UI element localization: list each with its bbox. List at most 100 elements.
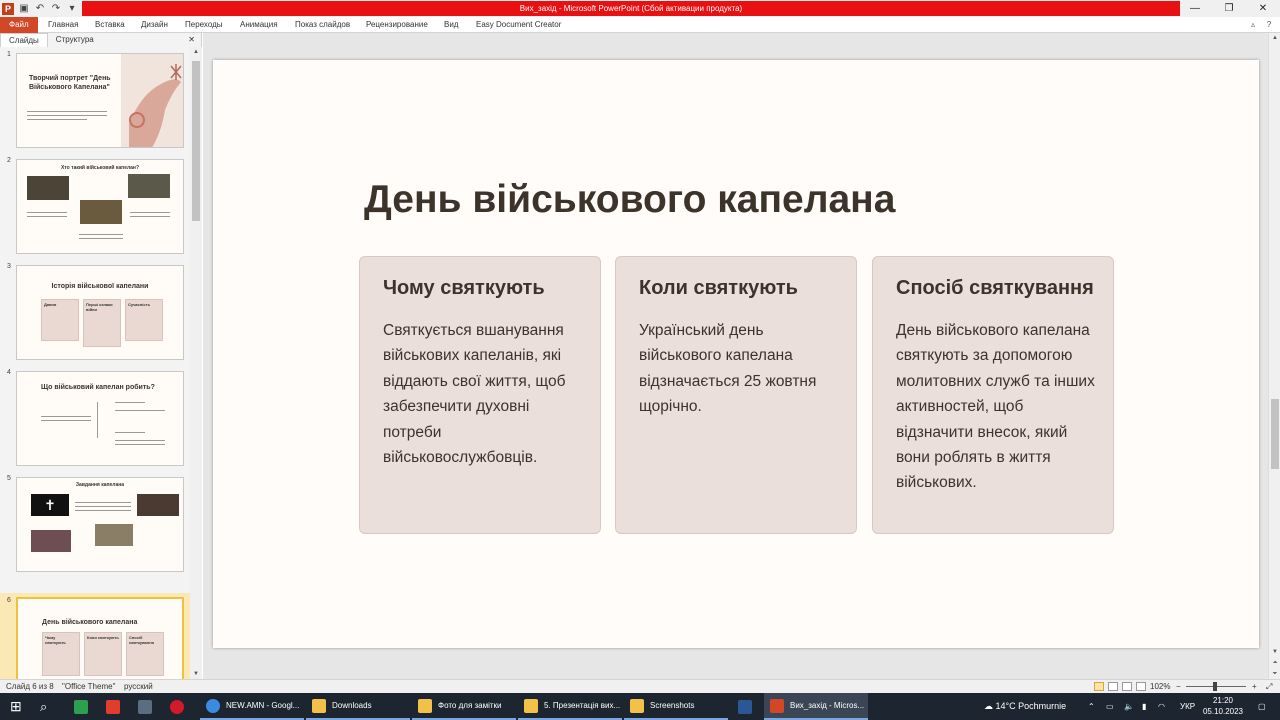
tab-home[interactable]: Главная <box>48 17 78 33</box>
system-clock[interactable]: 21:20 05.10.2023 <box>1198 695 1248 717</box>
thumbnail-box-heading: Спосіб святкування <box>129 635 154 645</box>
tab-slides[interactable]: Слайды <box>0 33 48 47</box>
word-icon[interactable] <box>738 693 758 720</box>
calculator-icon[interactable] <box>138 693 158 720</box>
zoom-out-icon[interactable]: − <box>1176 680 1181 693</box>
collapse-ribbon-icon[interactable]: ▵ <box>1248 20 1258 30</box>
clock-time: 21:20 <box>1212 696 1234 705</box>
thumbnail-text-line <box>115 444 165 445</box>
scroll-up-icon[interactable]: ▲ <box>190 47 202 57</box>
windows-start-icon[interactable]: ⊞ <box>10 693 22 720</box>
tab-transitions[interactable]: Переходы <box>185 17 223 33</box>
help-icon[interactable]: ? <box>1264 20 1274 30</box>
taskbar-app-presentation-folder[interactable]: 5. Презентація вих... <box>518 693 622 720</box>
thumbnail-text-line <box>79 238 123 239</box>
input-language[interactable]: УКР <box>1180 693 1195 720</box>
save-icon[interactable]: ▣ <box>18 3 30 15</box>
taskbar-app-photos-folder[interactable]: Фото для замітки <box>412 693 516 720</box>
tab-review[interactable]: Рецензирование <box>366 17 428 33</box>
thumbnail-title: День військового капелана <box>42 619 138 626</box>
scroll-thumb[interactable] <box>1271 399 1279 469</box>
photo <box>128 174 170 198</box>
pinned-app-icon[interactable] <box>74 693 94 720</box>
battery-icon[interactable]: ▮ <box>1142 693 1146 720</box>
photo <box>80 200 122 224</box>
slide-thumbnail-6[interactable]: 6 День військового капелана Чому святкую… <box>0 593 190 679</box>
close-panel-icon[interactable]: ✕ <box>188 33 195 47</box>
search-icon[interactable]: ⌕ <box>40 693 47 720</box>
editor-scrollbar[interactable]: ▲ ▼ ⏶ ⏷ <box>1268 33 1280 679</box>
card-when[interactable]: Коли святкують Український день військов… <box>615 256 857 534</box>
slide-thumbnail-3[interactable]: 3 Історія військової капелани Давня Перш… <box>0 259 190 363</box>
undo-icon[interactable]: ↶ <box>34 3 46 15</box>
thumbnail-connector <box>97 402 98 438</box>
slide-thumbnail-5[interactable]: 5 Завдання капелана ✝ <box>0 471 190 575</box>
taskbar-app-chrome[interactable]: NEW.AMN - Googl... <box>200 693 304 720</box>
zoom-level[interactable]: 102% <box>1150 680 1170 693</box>
notifications-icon[interactable]: ▢ <box>1258 693 1266 720</box>
ribbon-tabs: Файл Главная Вставка Дизайн Переходы Ани… <box>0 17 1280 33</box>
volume-icon[interactable]: 🔈 <box>1124 693 1134 720</box>
minimize-button[interactable]: — <box>1178 0 1212 17</box>
reading-view-icon[interactable] <box>1122 682 1132 691</box>
thumbnails-scrollbar[interactable]: ▲ ▼ <box>190 47 202 679</box>
chrome-icon <box>206 698 220 713</box>
slide-sorter-icon[interactable] <box>1108 682 1118 691</box>
zoom-in-icon[interactable]: + <box>1252 680 1257 693</box>
slide-editor[interactable]: День військового капелана Чому святкують… <box>203 33 1268 679</box>
thumbnail-title: Творчий портрет "День Військового Капела… <box>29 75 111 91</box>
maximize-button[interactable]: ❐ <box>1212 0 1246 17</box>
slide-thumbnail-1[interactable]: 1 Творчий портрет "День Військового Капе… <box>0 47 190 151</box>
scroll-up-icon[interactable]: ▲ <box>1269 33 1280 43</box>
thumbnail-text-line <box>130 216 170 217</box>
scroll-down-icon[interactable]: ▼ <box>1269 647 1280 657</box>
next-slide-icon[interactable]: ⏷ <box>1269 669 1280 679</box>
thumbnail-text-line <box>41 420 91 421</box>
taskbar-app-downloads[interactable]: Downloads <box>306 693 410 720</box>
thumbnail-text-line <box>115 410 165 411</box>
card-heading: Чому святкують <box>383 277 545 299</box>
redo-icon[interactable]: ↷ <box>50 3 62 15</box>
weather-widget[interactable]: ☁ 14°C Pochmurnie <box>984 693 1066 720</box>
taskbar-app-powerpoint[interactable]: Вих_захід - Micros... <box>764 693 868 720</box>
panel-tabs: Слайды Структура ✕ <box>0 33 201 47</box>
scroll-thumb[interactable] <box>192 61 200 221</box>
zoom-slider-handle[interactable] <box>1213 682 1217 691</box>
slide-title[interactable]: День військового капелана <box>364 178 895 222</box>
thumbnail-text-line <box>27 216 67 217</box>
card-why[interactable]: Чому святкують Святкується вшанування ві… <box>359 256 601 534</box>
tab-outline[interactable]: Структура <box>48 33 102 47</box>
tab-easy-document-creator[interactable]: Easy Document Creator <box>476 17 561 33</box>
language-indicator[interactable]: русский <box>124 680 153 693</box>
tab-insert[interactable]: Вставка <box>95 17 125 33</box>
slide-thumbnail-2[interactable]: 2 Хто такий військовий капелан? <box>0 153 190 257</box>
fit-to-window-icon[interactable]: ⤢ <box>1266 680 1272 693</box>
photo <box>95 524 133 546</box>
wifi-icon[interactable]: ◠ <box>1158 693 1165 720</box>
tab-animations[interactable]: Анимация <box>240 17 278 33</box>
previous-slide-icon[interactable]: ⏶ <box>1269 658 1280 668</box>
theme-name: "Office Theme" <box>62 682 116 691</box>
folder-icon <box>418 698 432 713</box>
card-how[interactable]: Спосіб святкування День військового капе… <box>872 256 1114 534</box>
tab-slideshow[interactable]: Показ слайдов <box>295 17 350 33</box>
scroll-down-icon[interactable]: ▼ <box>190 669 202 679</box>
tab-file[interactable]: Файл <box>0 17 38 33</box>
thumbnail-image: Хто такий військовий капелан? <box>16 159 184 254</box>
taskbar-app-screenshots[interactable]: Screenshots <box>624 693 728 720</box>
quick-access-toolbar: P ▣ ↶ ↷ ▾ <box>2 1 78 16</box>
network-icon[interactable]: ▭ <box>1106 693 1114 720</box>
normal-view-icon[interactable] <box>1094 682 1104 691</box>
customize-icon[interactable]: ▾ <box>66 3 78 15</box>
tab-design[interactable]: Дизайн <box>141 17 168 33</box>
tray-chevron-icon[interactable]: ⌃ <box>1088 693 1095 720</box>
tab-view[interactable]: Вид <box>444 17 458 33</box>
close-button[interactable]: ✕ <box>1246 0 1280 17</box>
taskbar-app-label: Downloads <box>332 701 372 710</box>
current-slide[interactable]: День військового капелана Чому святкують… <box>213 60 1259 648</box>
slide-counter: Слайд 6 из 8 <box>6 682 54 691</box>
yandex-browser-icon[interactable] <box>106 693 126 720</box>
slide-thumbnail-4[interactable]: 4 Що військовий капелан робить? <box>0 365 190 469</box>
slideshow-icon[interactable] <box>1136 682 1146 691</box>
opera-icon[interactable] <box>170 693 190 720</box>
